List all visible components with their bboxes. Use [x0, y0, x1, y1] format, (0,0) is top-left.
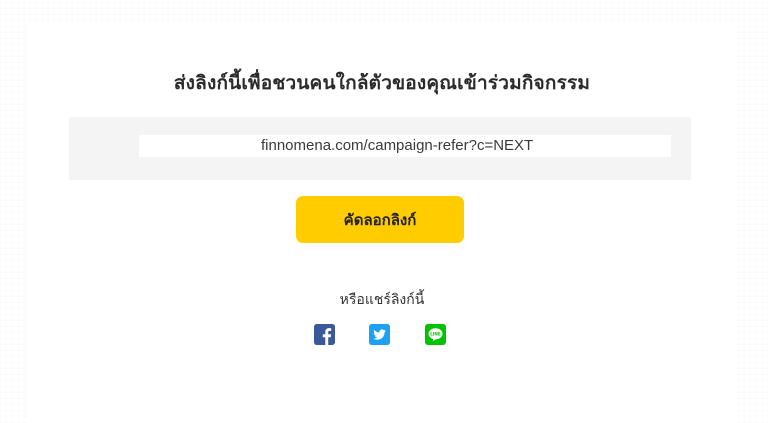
line-icon[interactable]: LINE — [425, 324, 446, 345]
share-label: หรือแชร์ลิงก์นี้ — [339, 292, 425, 308]
invite-card: ส่งลิงก์นี้เพื่อชวนคนใกล้ตัวของคุณเข้าร่… — [28, 24, 736, 423]
share-icons: LINE — [313, 324, 453, 346]
twitter-icon[interactable] — [369, 324, 390, 345]
referral-link-text: finnomena.com/campaign-refer?c=NEXT — [261, 137, 534, 154]
copy-link-button[interactable]: คัดลอกลิงก์ — [296, 196, 464, 243]
svg-text:LINE: LINE — [430, 331, 441, 336]
referral-link-field[interactable]: finnomena.com/campaign-refer?c=NEXT — [139, 135, 671, 157]
referral-link-box: finnomena.com/campaign-refer?c=NEXT — [69, 117, 691, 180]
page-title: ส่งลิงก์นี้เพื่อชวนคนใกล้ตัวของคุณเข้าร่… — [173, 72, 591, 94]
facebook-icon[interactable] — [314, 324, 335, 345]
